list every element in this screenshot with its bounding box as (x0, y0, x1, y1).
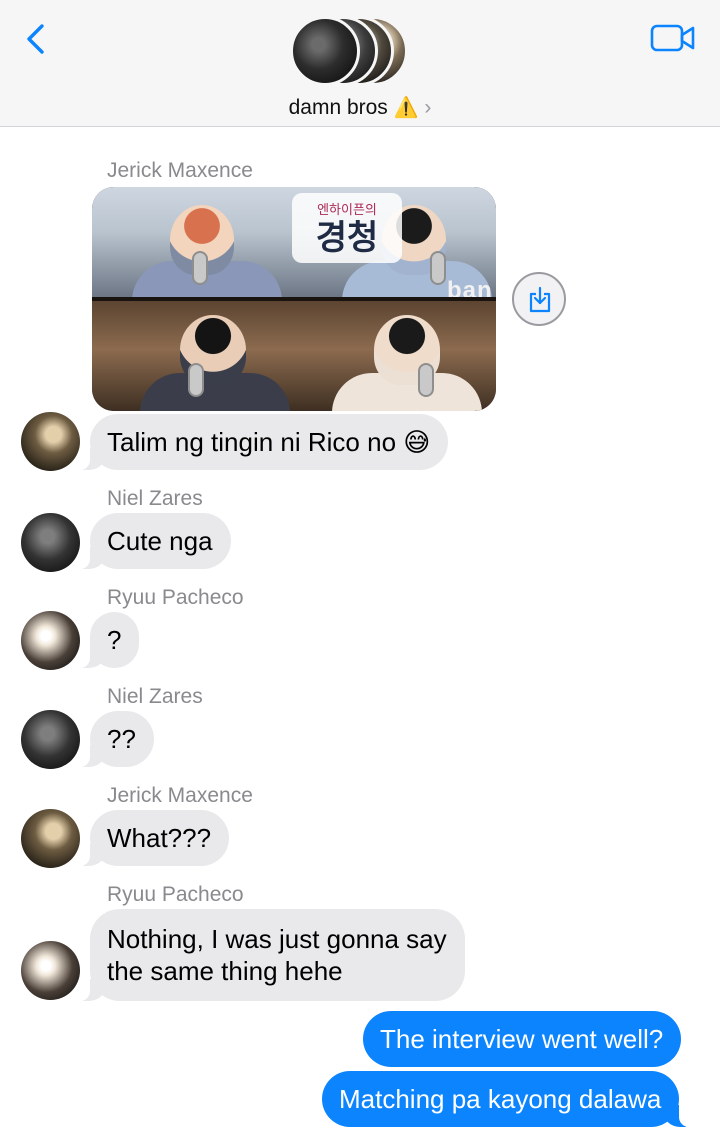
avatar[interactable] (21, 513, 80, 572)
sender-name: Ryuu Pacheco (107, 883, 244, 906)
sender-name: Niel Zares (107, 487, 203, 510)
message-bubble[interactable]: Nothing, I was just gonna say the same t… (80, 909, 465, 1001)
avatar[interactable] (21, 941, 80, 1000)
message-bubble[interactable]: Cute nga (80, 513, 231, 569)
microphone-icon (418, 363, 434, 397)
video-camera-icon (650, 24, 695, 52)
warning-icon: ⚠️ (393, 97, 419, 119)
facetime-video-button[interactable] (650, 22, 696, 54)
outgoing-message-bubble[interactable]: The interview went well? (363, 1011, 682, 1067)
photo-attachment[interactable]: 엔하이픈의 경청 ban (92, 187, 496, 411)
group-avatar-stack[interactable] (290, 16, 420, 88)
photo-divider (92, 297, 496, 301)
message-text: The interview went well? (380, 1024, 664, 1054)
message-text: Talim ng tingin ni Rico no 😅 (107, 427, 431, 457)
group-name-button[interactable]: damn bros ⚠️ › (0, 95, 720, 120)
microphone-icon (188, 363, 204, 397)
message-text: Matching pa kayong dalawa (339, 1084, 662, 1114)
avatar[interactable] (21, 710, 80, 769)
message-text: ? (107, 625, 122, 655)
message-text-line: the same thing hehe (107, 956, 343, 986)
avatar[interactable] (21, 412, 80, 471)
photo-title-card: 엔하이픈의 경청 (292, 193, 402, 263)
back-button[interactable] (22, 22, 52, 56)
group-member-avatar (290, 16, 360, 86)
sender-name: Jerick Maxence (107, 784, 253, 807)
message-bubble[interactable]: What??? (79, 810, 230, 866)
photo-title-small: 엔하이픈의 (317, 202, 377, 217)
message-text: What??? (107, 823, 212, 853)
microphone-icon (192, 251, 208, 285)
chevron-left-icon (27, 24, 44, 54)
avatar[interactable] (21, 611, 80, 670)
message-bubble[interactable]: ? (79, 612, 140, 668)
sender-name: Ryuu Pacheco (107, 586, 244, 609)
sender-name: Jerick Maxence (107, 159, 253, 182)
message-text: ?? (107, 724, 136, 754)
message-text-line: Nothing, I was just gonna say (107, 924, 447, 954)
chevron-right-icon: › (424, 96, 432, 119)
message-text: Cute nga (107, 526, 213, 556)
message-bubble[interactable]: Talim ng tingin ni Rico no 😅 (79, 414, 449, 470)
avatar[interactable] (21, 809, 80, 868)
outgoing-message-bubble[interactable]: Matching pa kayong dalawa (322, 1071, 690, 1127)
conversation-header: damn bros ⚠️ › (0, 0, 720, 127)
sender-name: Niel Zares (107, 685, 203, 708)
save-photo-button[interactable] (512, 272, 566, 326)
save-download-icon (529, 286, 551, 313)
photo-title-big: 경청 (315, 218, 379, 258)
microphone-icon (430, 251, 446, 285)
group-name: damn bros (288, 96, 388, 119)
message-bubble[interactable]: ?? (80, 711, 154, 767)
